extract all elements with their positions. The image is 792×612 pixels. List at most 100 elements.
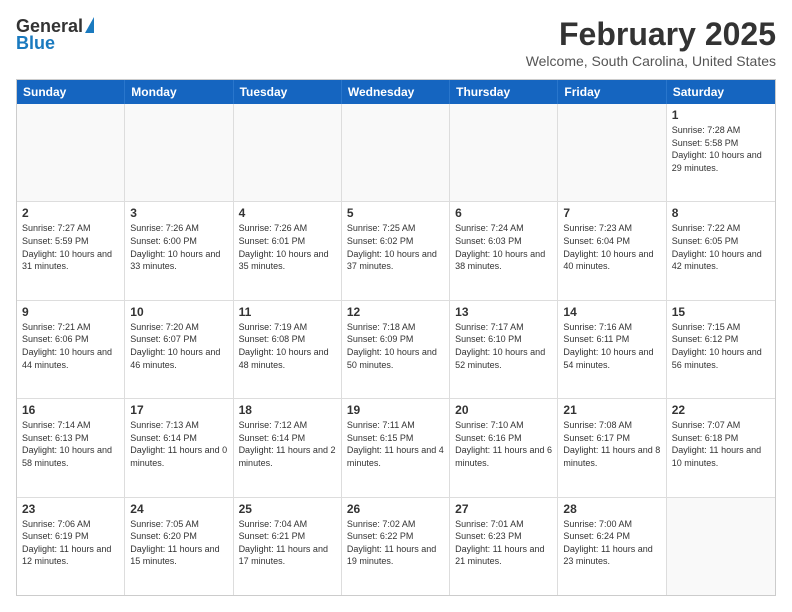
title-section: February 2025 Welcome, South Carolina, U…: [526, 16, 776, 69]
cell-details: Sunrise: 7:01 AM Sunset: 6:23 PM Dayligh…: [455, 518, 552, 568]
header-monday: Monday: [125, 80, 233, 104]
calendar-cell: 2 Sunrise: 7:27 AM Sunset: 5:59 PM Daylig…: [17, 202, 125, 299]
calendar-cell: 7 Sunrise: 7:23 AM Sunset: 6:04 PM Daylig…: [558, 202, 666, 299]
calendar-cell: 22 Sunrise: 7:07 AM Sunset: 6:18 PM Dayli…: [667, 399, 775, 496]
day-number: 17: [130, 403, 227, 417]
calendar-cell: 15 Sunrise: 7:15 AM Sunset: 6:12 PM Dayli…: [667, 301, 775, 398]
cell-details: Sunrise: 7:08 AM Sunset: 6:17 PM Dayligh…: [563, 419, 660, 469]
calendar-cell: 5 Sunrise: 7:25 AM Sunset: 6:02 PM Daylig…: [342, 202, 450, 299]
day-number: 4: [239, 206, 336, 220]
calendar-body: 1 Sunrise: 7:28 AM Sunset: 5:58 PM Daylig…: [17, 104, 775, 595]
day-number: 1: [672, 108, 770, 122]
cell-details: Sunrise: 7:16 AM Sunset: 6:11 PM Dayligh…: [563, 321, 660, 371]
calendar-cell: [450, 104, 558, 201]
day-number: 19: [347, 403, 444, 417]
header-sunday: Sunday: [17, 80, 125, 104]
calendar: Sunday Monday Tuesday Wednesday Thursday…: [16, 79, 776, 596]
day-number: 22: [672, 403, 770, 417]
calendar-cell: 23Sunrise: 7:06 AM Sunset: 6:19 PM Dayli…: [17, 498, 125, 595]
day-number: 28: [563, 502, 660, 516]
cell-details: Sunrise: 7:12 AM Sunset: 6:14 PM Dayligh…: [239, 419, 336, 469]
cell-details: Sunrise: 7:10 AM Sunset: 6:16 PM Dayligh…: [455, 419, 552, 469]
location: Welcome, South Carolina, United States: [526, 53, 776, 69]
calendar-cell: 9 Sunrise: 7:21 AM Sunset: 6:06 PM Daylig…: [17, 301, 125, 398]
cell-details: Sunrise: 7:07 AM Sunset: 6:18 PM Dayligh…: [672, 419, 770, 469]
calendar-cell: 24 Sunrise: 7:05 AM Sunset: 6:20 PM Dayli…: [125, 498, 233, 595]
calendar-cell: 12 Sunrise: 7:18 AM Sunset: 6:09 PM Dayli…: [342, 301, 450, 398]
day-number: 13: [455, 305, 552, 319]
calendar-cell: [342, 104, 450, 201]
calendar-row-4: 16Sunrise: 7:14 AM Sunset: 6:13 PM Dayli…: [17, 399, 775, 497]
calendar-cell: [17, 104, 125, 201]
calendar-row-3: 9 Sunrise: 7:21 AM Sunset: 6:06 PM Daylig…: [17, 301, 775, 399]
day-number: 21: [563, 403, 660, 417]
calendar-cell: 18 Sunrise: 7:12 AM Sunset: 6:14 PM Dayli…: [234, 399, 342, 496]
day-number: 9: [22, 305, 119, 319]
page: General Blue February 2025 Welcome, Sout…: [0, 0, 792, 612]
calendar-cell: 28Sunrise: 7:00 AM Sunset: 6:24 PM Dayli…: [558, 498, 666, 595]
calendar-cell: 19Sunrise: 7:11 AM Sunset: 6:15 PM Dayli…: [342, 399, 450, 496]
header-wednesday: Wednesday: [342, 80, 450, 104]
cell-details: Sunrise: 7:14 AM Sunset: 6:13 PM Dayligh…: [22, 419, 119, 469]
logo-triangle-icon: [85, 17, 94, 33]
day-number: 20: [455, 403, 552, 417]
cell-details: Sunrise: 7:02 AM Sunset: 6:22 PM Dayligh…: [347, 518, 444, 568]
calendar-cell: 25 Sunrise: 7:04 AM Sunset: 6:21 PM Dayli…: [234, 498, 342, 595]
cell-details: Sunrise: 7:24 AM Sunset: 6:03 PM Dayligh…: [455, 222, 552, 272]
cell-details: Sunrise: 7:17 AM Sunset: 6:10 PM Dayligh…: [455, 321, 552, 371]
calendar-cell: 8Sunrise: 7:22 AM Sunset: 6:05 PM Daylig…: [667, 202, 775, 299]
calendar-cell: 14 Sunrise: 7:16 AM Sunset: 6:11 PM Dayli…: [558, 301, 666, 398]
calendar-cell: [125, 104, 233, 201]
day-number: 18: [239, 403, 336, 417]
calendar-cell: 4 Sunrise: 7:26 AM Sunset: 6:01 PM Daylig…: [234, 202, 342, 299]
day-number: 23: [22, 502, 119, 516]
calendar-cell: 1 Sunrise: 7:28 AM Sunset: 5:58 PM Daylig…: [667, 104, 775, 201]
cell-details: Sunrise: 7:26 AM Sunset: 6:00 PM Dayligh…: [130, 222, 227, 272]
calendar-cell: 6 Sunrise: 7:24 AM Sunset: 6:03 PM Daylig…: [450, 202, 558, 299]
day-number: 3: [130, 206, 227, 220]
header-tuesday: Tuesday: [234, 80, 342, 104]
day-number: 11: [239, 305, 336, 319]
calendar-cell: [234, 104, 342, 201]
month-title: February 2025: [526, 16, 776, 53]
cell-details: Sunrise: 7:18 AM Sunset: 6:09 PM Dayligh…: [347, 321, 444, 371]
calendar-cell: 27 Sunrise: 7:01 AM Sunset: 6:23 PM Dayli…: [450, 498, 558, 595]
cell-details: Sunrise: 7:20 AM Sunset: 6:07 PM Dayligh…: [130, 321, 227, 371]
cell-details: Sunrise: 7:13 AM Sunset: 6:14 PM Dayligh…: [130, 419, 227, 469]
header-saturday: Saturday: [667, 80, 775, 104]
cell-details: Sunrise: 7:25 AM Sunset: 6:02 PM Dayligh…: [347, 222, 444, 272]
cell-details: Sunrise: 7:22 AM Sunset: 6:05 PM Dayligh…: [672, 222, 770, 272]
calendar-cell: 16Sunrise: 7:14 AM Sunset: 6:13 PM Dayli…: [17, 399, 125, 496]
day-number: 12: [347, 305, 444, 319]
cell-details: Sunrise: 7:26 AM Sunset: 6:01 PM Dayligh…: [239, 222, 336, 272]
cell-details: Sunrise: 7:05 AM Sunset: 6:20 PM Dayligh…: [130, 518, 227, 568]
day-number: 25: [239, 502, 336, 516]
day-number: 15: [672, 305, 770, 319]
calendar-header: Sunday Monday Tuesday Wednesday Thursday…: [17, 80, 775, 104]
day-number: 27: [455, 502, 552, 516]
day-number: 24: [130, 502, 227, 516]
cell-details: Sunrise: 7:21 AM Sunset: 6:06 PM Dayligh…: [22, 321, 119, 371]
day-number: 14: [563, 305, 660, 319]
day-number: 5: [347, 206, 444, 220]
header-friday: Friday: [558, 80, 666, 104]
logo: General Blue: [16, 16, 94, 54]
calendar-cell: [558, 104, 666, 201]
calendar-row-5: 23Sunrise: 7:06 AM Sunset: 6:19 PM Dayli…: [17, 498, 775, 595]
cell-details: Sunrise: 7:04 AM Sunset: 6:21 PM Dayligh…: [239, 518, 336, 568]
cell-details: Sunrise: 7:27 AM Sunset: 5:59 PM Dayligh…: [22, 222, 119, 272]
calendar-cell: 10 Sunrise: 7:20 AM Sunset: 6:07 PM Dayli…: [125, 301, 233, 398]
cell-details: Sunrise: 7:19 AM Sunset: 6:08 PM Dayligh…: [239, 321, 336, 371]
day-number: 10: [130, 305, 227, 319]
day-number: 7: [563, 206, 660, 220]
cell-details: Sunrise: 7:28 AM Sunset: 5:58 PM Dayligh…: [672, 124, 770, 174]
day-number: 2: [22, 206, 119, 220]
day-number: 6: [455, 206, 552, 220]
day-number: 26: [347, 502, 444, 516]
calendar-cell: 11 Sunrise: 7:19 AM Sunset: 6:08 PM Dayli…: [234, 301, 342, 398]
cell-details: Sunrise: 7:15 AM Sunset: 6:12 PM Dayligh…: [672, 321, 770, 371]
calendar-row-1: 1 Sunrise: 7:28 AM Sunset: 5:58 PM Daylig…: [17, 104, 775, 202]
cell-details: Sunrise: 7:23 AM Sunset: 6:04 PM Dayligh…: [563, 222, 660, 272]
header-thursday: Thursday: [450, 80, 558, 104]
calendar-cell: 17 Sunrise: 7:13 AM Sunset: 6:14 PM Dayli…: [125, 399, 233, 496]
